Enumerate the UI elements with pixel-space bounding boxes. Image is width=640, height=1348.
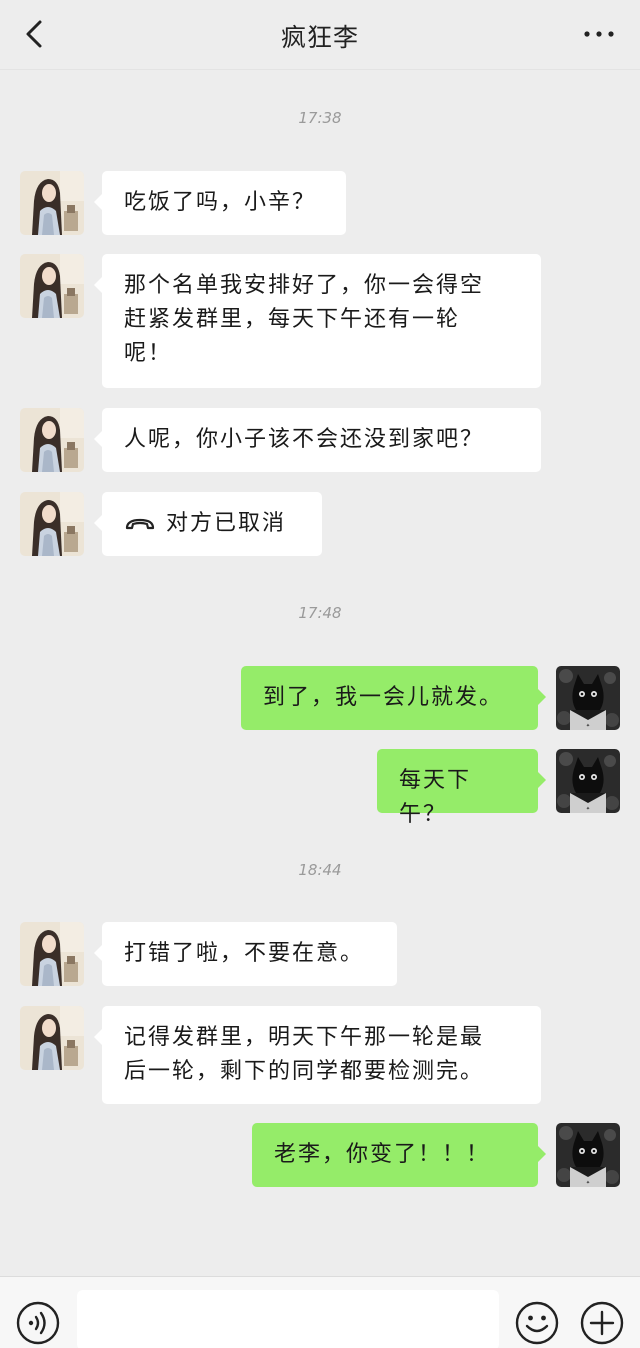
- message-text: 每天下午？: [399, 768, 472, 827]
- my-avatar[interactable]: [556, 1123, 620, 1187]
- message-text-line: 呢！: [124, 341, 173, 366]
- my-avatar[interactable]: [556, 666, 620, 730]
- plus-icon: [580, 1301, 624, 1345]
- emoji-icon: [515, 1301, 559, 1345]
- contact-avatar[interactable]: [20, 171, 84, 235]
- contact-avatar[interactable]: [20, 492, 84, 556]
- outgoing-message[interactable]: 到了，我一会儿就发。: [241, 666, 546, 730]
- outgoing-message[interactable]: 每天下午？: [377, 749, 546, 827]
- call-record-message[interactable]: 对方已取消: [94, 492, 322, 556]
- message-text-line: 后一轮，剩下的同学都要检测完。: [124, 1059, 485, 1084]
- incoming-message[interactable]: 打错了啦，不要在意。: [94, 922, 397, 986]
- outgoing-message[interactable]: 老李，你变了！！！: [252, 1123, 546, 1187]
- message-input[interactable]: [77, 1290, 499, 1348]
- input-toolbar: [0, 1276, 640, 1348]
- contact-avatar[interactable]: [20, 1006, 84, 1070]
- voice-icon: [16, 1301, 60, 1345]
- incoming-message[interactable]: 人呢，你小子该不会还没到家吧？: [94, 408, 541, 472]
- message-text: 老李，你变了！！！: [274, 1142, 491, 1167]
- timestamp: 18:44: [298, 861, 342, 879]
- message-text-line: 赶紧发群里，每天下午还有一轮: [124, 307, 461, 332]
- timestamp: 17:38: [298, 109, 342, 127]
- message-text: 到了，我一会儿就发。: [263, 685, 504, 710]
- incoming-message[interactable]: 记得发群里，明天下午那一轮是最 后一轮，剩下的同学都要检测完。: [94, 1006, 541, 1104]
- voice-button[interactable]: [16, 1301, 60, 1345]
- message-text: 打错了啦，不要在意。: [124, 941, 365, 966]
- timestamp: 17:48: [298, 604, 342, 622]
- incoming-message[interactable]: 那个名单我安排好了，你一会得空 赶紧发群里，每天下午还有一轮 呢！: [94, 254, 541, 388]
- message-text-line: 那个名单我安排好了，你一会得空: [124, 273, 485, 298]
- more-dots-icon: [584, 31, 614, 37]
- my-avatar[interactable]: [556, 749, 620, 813]
- more-functions-button[interactable]: [580, 1301, 624, 1345]
- chat-title: 疯狂李: [280, 23, 359, 52]
- message-text: 人呢，你小子该不会还没到家吧？: [124, 427, 485, 452]
- emoji-button[interactable]: [515, 1301, 559, 1345]
- phone-hangup-icon: [125, 518, 155, 530]
- call-status-text: 对方已取消: [166, 511, 287, 536]
- message-list[interactable]: 17:38 吃饭了吗，小辛？ 那个名单我安排好了，你一会得空 赶紧发群里，每天下…: [0, 71, 640, 1276]
- message-text: 吃饭了吗，小辛？: [124, 190, 317, 215]
- contact-avatar[interactable]: [20, 254, 84, 318]
- contact-avatar[interactable]: [20, 922, 84, 986]
- message-text-line: 记得发群里，明天下午那一轮是最: [124, 1025, 485, 1050]
- chat-header: 疯狂李: [0, 0, 640, 70]
- contact-avatar[interactable]: [20, 408, 84, 472]
- more-button[interactable]: [582, 24, 616, 44]
- incoming-message[interactable]: 吃饭了吗，小辛？: [94, 171, 346, 235]
